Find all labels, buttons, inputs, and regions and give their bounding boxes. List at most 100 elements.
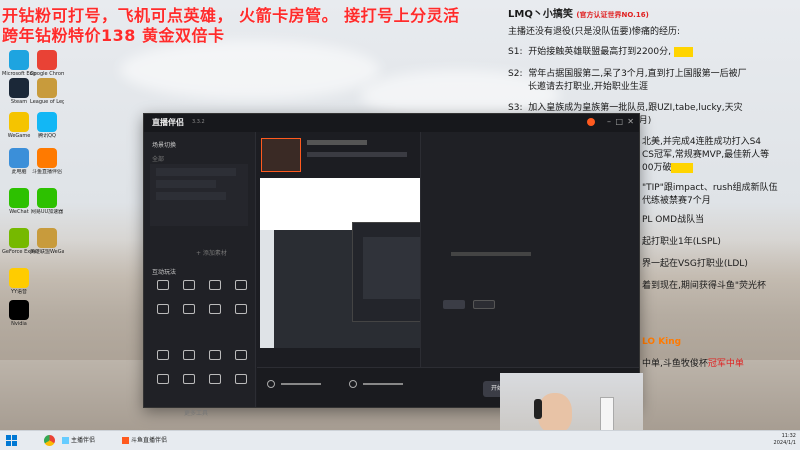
scene-tab-all[interactable]: 全部 [152, 154, 164, 163]
tool-button[interactable] [230, 350, 252, 360]
headset-icon [534, 399, 542, 419]
info-line-k-highlight: 冠军中单 [707, 359, 744, 369]
tool-icon [235, 304, 247, 314]
app-icon [9, 50, 29, 70]
desktop-icon-label: YY语音 [10, 289, 28, 295]
tool-icon [157, 374, 169, 384]
tool-button[interactable] [152, 280, 174, 290]
more-tools-button[interactable]: 更多工具 [184, 408, 208, 417]
info-line-a: 北美,并完成4连胜成功打入S4 [642, 137, 762, 147]
system-tray-clock[interactable]: 11:32 2024/1/1 [774, 433, 796, 447]
tool-button[interactable] [230, 304, 252, 314]
app-icon [37, 188, 57, 208]
app-icon [37, 78, 57, 98]
tool-button[interactable] [230, 374, 252, 384]
tool-icon [235, 280, 247, 290]
info-s1: S1: 开始接触英雄联盟最高打到2200分, [508, 46, 694, 59]
info-subtitle: 主播还没有退役(只是没队伍要)惨痛的经历: [508, 27, 681, 37]
app-icon [9, 228, 29, 248]
desktop-icon[interactable]: 网易UU加速器 [30, 188, 64, 215]
tool-button[interactable] [178, 280, 200, 290]
announcement-line-2: 跨年钻粉特价138 黄金双倍卡 [2, 26, 225, 45]
clock-date: 2024/1/1 [773, 440, 796, 446]
info-line-c-text: 00万破 [642, 163, 672, 173]
tool-button[interactable] [178, 350, 200, 360]
info-line-e: 代练被禁赛7个月 [642, 196, 711, 206]
tool-button[interactable] [204, 350, 226, 360]
info-line-k-text: 中单,斗鱼牧俊杯 [642, 359, 708, 369]
desktop-icon-label: 斗鱼直播伴侣 [31, 169, 62, 175]
taskbar: 主播伴侣 斗鱼直播伴侣 11:32 2024/1/1 [0, 430, 800, 450]
desktop-icon[interactable]: YY语音 [2, 268, 36, 295]
tool-button[interactable] [204, 374, 226, 384]
panel-confirm-button[interactable] [443, 300, 465, 309]
panel-cancel-button[interactable] [473, 300, 495, 309]
mic-icon[interactable] [267, 380, 275, 388]
room-info-placeholder [307, 152, 407, 157]
app-icon [37, 50, 57, 70]
streamer-name: LMQ丶小搞笑 [508, 9, 573, 20]
cover-thumbnail[interactable] [261, 138, 301, 172]
add-source-button[interactable]: + 添加素材 [196, 248, 227, 257]
speaker-volume-slider[interactable] [363, 383, 403, 385]
app-icon [37, 148, 57, 168]
desktop-icon-label: 英雄联盟WeGame版 [30, 249, 64, 255]
tool-button[interactable] [204, 304, 226, 314]
app-icon [9, 268, 29, 288]
panel-placeholder [451, 252, 531, 256]
taskbar-app-2[interactable]: 斗鱼直播伴侣 [122, 434, 167, 448]
desktop-icon[interactable]: Nvidia [2, 300, 36, 327]
tool-button[interactable] [178, 374, 200, 384]
streaming-app-window[interactable]: 直播伴侣 3.3.2 – □ ✕ 场景切换 全部 + 添加素材 互动玩法 更多工… [143, 113, 640, 417]
s2-text: 常年占据国服第二,呆了3个月,直到打上国服第一后被厂 [528, 69, 747, 79]
s1-highlight [673, 47, 694, 57]
app-titlebar[interactable]: 直播伴侣 3.3.2 – □ ✕ [144, 114, 639, 132]
scene-label: 场景切换 [152, 142, 177, 149]
info-line-c: 00万破 [642, 162, 694, 175]
s3-text: 加入皇族成为皇族第一批队员,跟UZI,tabe,lucky,天灾 [528, 103, 743, 113]
desktop-icon[interactable]: League of Legends [30, 78, 64, 105]
app-icon [9, 112, 29, 132]
desktop-icon[interactable]: 斗鱼直播伴侣 [30, 148, 64, 175]
clock-time: 11:32 [781, 433, 796, 439]
s2-label: S2: [508, 69, 523, 79]
speaker-icon[interactable] [349, 380, 357, 388]
scene-item[interactable] [156, 180, 216, 188]
taskbar-app-1[interactable]: 主播伴侣 [62, 434, 95, 448]
app-sidebar: 场景切换 全部 + 添加素材 互动玩法 更多工具 [144, 132, 256, 417]
maximize-icon[interactable]: □ [615, 117, 623, 126]
info-line-k: 中单,斗鱼牧俊杯冠军中单 [642, 358, 744, 371]
scene-item[interactable] [156, 168, 236, 176]
info-line-j: LO King [642, 337, 682, 347]
tool-icon [183, 280, 195, 290]
scene-item[interactable] [156, 192, 226, 200]
desktop-icon[interactable]: Google Chrome [30, 50, 64, 77]
cloud [120, 40, 380, 100]
desktop-icon[interactable]: 英雄联盟WeGame版 [30, 228, 64, 255]
s1-text: 开始接触英雄联盟最高打到2200分, [528, 47, 671, 57]
tool-button[interactable] [152, 350, 174, 360]
tool-button[interactable] [152, 304, 174, 314]
tool-button[interactable] [230, 280, 252, 290]
chrome-icon[interactable] [44, 435, 55, 446]
info-line-f: PL OMD战队当 [642, 215, 705, 225]
scene-list[interactable] [150, 164, 248, 226]
mic-volume-slider[interactable] [281, 383, 321, 385]
close-icon[interactable]: ✕ [627, 117, 634, 126]
tool-button[interactable] [204, 280, 226, 290]
desktop-icon[interactable]: 腾讯QQ [30, 112, 64, 139]
tool-icon [209, 280, 221, 290]
minimize-icon[interactable]: – [607, 117, 611, 126]
tool-icon [235, 374, 247, 384]
info-line-i: 着到现在,期间获得斗鱼"荧光杯 [642, 281, 767, 291]
tool-button[interactable] [178, 304, 200, 314]
desktop-icon-label: Google Chrome [30, 71, 64, 77]
app-icon [9, 148, 29, 168]
app-brand: 直播伴侣 [152, 118, 184, 127]
tool-button[interactable] [152, 374, 174, 384]
info-line-h: 界一起在VSG打职业(LDL) [642, 259, 748, 269]
right-panel [420, 132, 639, 367]
taskbar-app-1-label: 主播伴侣 [71, 437, 96, 444]
app-icon [37, 228, 57, 248]
start-button[interactable] [6, 435, 17, 446]
